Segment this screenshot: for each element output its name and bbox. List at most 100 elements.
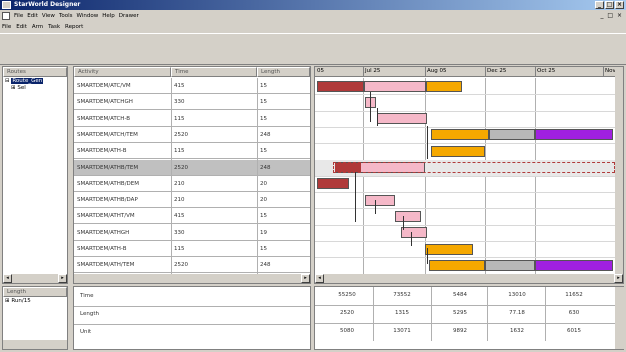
timeline-label: Aug 05 (427, 68, 447, 74)
menu-drawer[interactable]: Drawer (119, 11, 139, 21)
cell-length: 248 (260, 164, 271, 171)
gantt-vscrollbar[interactable] (615, 67, 623, 274)
gantt-bar[interactable] (317, 178, 349, 190)
gantt-bar[interactable] (317, 80, 364, 92)
tree-pane: Routes ⊟ Route_Gen ⊞ Sel ◂ ▸ (2, 66, 68, 284)
summary-vscrollbar[interactable] (615, 287, 624, 349)
table-hscrollbar[interactable]: ▸ (74, 274, 310, 283)
menu2-report[interactable]: Report (65, 22, 83, 32)
table-row[interactable]: SMARTDEM/ATHB/DEM 210 20 (74, 176, 310, 192)
close-button[interactable]: × (615, 1, 624, 9)
gantt-bar[interactable] (535, 259, 613, 271)
child-window-controls[interactable]: _ □ × (600, 12, 623, 19)
menu-window[interactable]: Window (77, 11, 99, 21)
scroll-right-button[interactable]: ▸ (301, 274, 310, 283)
menu-help[interactable]: Help (102, 11, 115, 21)
gantt-bar[interactable] (431, 129, 489, 141)
cell-time: 330 (174, 229, 185, 236)
summary-row-length: Length (80, 311, 99, 317)
menu2-task[interactable]: Task (48, 22, 60, 32)
cell-activity: SMARTDEM/ATHB/TEM (77, 164, 139, 171)
bottom-tree-pane: Length ⊞ Run/15 (2, 286, 68, 350)
cell-length: 248 (260, 262, 271, 269)
table-row[interactable]: SMARTDEM/ATCH-B 115 15 (74, 111, 310, 127)
summary-labels: Time Length Unit (73, 286, 311, 350)
menu-file[interactable]: File (14, 11, 23, 21)
gantt-bar[interactable] (535, 129, 613, 141)
cell-time: 115 (174, 148, 185, 155)
scroll-left-button[interactable]: ◂ (315, 274, 324, 283)
window-buttons: _ □ × (595, 1, 624, 9)
summary-value: 1315 (395, 310, 409, 316)
gantt-bar[interactable] (431, 145, 485, 157)
document-icon (2, 12, 10, 20)
dependency-line (411, 232, 412, 246)
col-header-length[interactable]: Length (257, 67, 310, 77)
gantt-bar[interactable] (401, 227, 427, 239)
tree-item-run[interactable]: ⊞ Run/15 (5, 298, 31, 304)
col-header-time[interactable]: Time (171, 67, 257, 77)
tree-hscrollbar[interactable]: ◂ ▸ (3, 274, 67, 283)
dependency-line (355, 172, 356, 222)
table-row[interactable]: SMARTDEM/ATH-B 115 15 (74, 143, 310, 160)
summary-value: 630 (568, 310, 580, 316)
gantt-hscrollbar[interactable]: ◂ ▸ (315, 274, 623, 283)
gantt-bar[interactable] (426, 80, 462, 92)
menu2-arm[interactable]: Arm (32, 22, 43, 32)
cell-length: 15 (260, 148, 267, 155)
gantt-bar[interactable] (485, 259, 535, 271)
table-row[interactable]: SMARTDEM/ATCH/TEM 2520 248 (74, 127, 310, 143)
table-row[interactable]: SMARTDEM/ATHB/DAP 210 20 (74, 192, 310, 209)
secondary-menu-bar: File Edit Arm Task Report (0, 22, 626, 32)
gantt-bar[interactable] (489, 129, 535, 141)
table-row[interactable]: SMARTDEM/ATHT/VM 415 15 (74, 208, 310, 225)
tree-item-root[interactable]: ⊟ Route_Gen (5, 78, 44, 84)
menu2-file[interactable]: File (2, 22, 11, 32)
summary-value: 13071 (393, 328, 411, 334)
gantt-bar[interactable] (429, 259, 485, 271)
gantt-bar[interactable] (364, 80, 426, 92)
menu-edit[interactable]: Edit (27, 11, 38, 21)
bottom-tree-scrollbar[interactable] (3, 340, 67, 349)
table-row[interactable]: SMARTDEM/ATHGH 330 19 (74, 225, 310, 241)
summary-value: 5080 (340, 328, 354, 334)
table-row[interactable]: SMARTDEM/ATH-B 115 15 (74, 241, 310, 257)
activity-table: Activity Time Length SMARTDEM/ATC/VM 415 1… (73, 66, 311, 284)
minimize-button[interactable]: _ (595, 1, 604, 9)
dependency-line (370, 92, 371, 122)
table-row[interactable]: SMARTDEM/ATCHGH 330 15 (74, 94, 310, 111)
menu-view[interactable]: View (42, 11, 55, 21)
menu2-edit[interactable]: Edit (16, 22, 27, 32)
tree-item-child[interactable]: ⊞ Sel (11, 85, 26, 91)
tree-item-sel[interactable]: Sel (17, 85, 25, 91)
tree-item-run-label[interactable]: Run/15 (11, 298, 30, 304)
toolbar (0, 33, 626, 65)
gantt-bar[interactable] (335, 163, 361, 172)
table-row[interactable]: SMARTDEM/ATC/VM 415 15 (74, 78, 310, 94)
cell-activity: SMARTDEM/ATHB/DAP (77, 197, 138, 204)
cell-length: 15 (260, 83, 267, 89)
cell-time: 415 (174, 83, 185, 89)
gantt-bar[interactable] (377, 113, 427, 125)
scroll-right-button[interactable]: ▸ (614, 274, 623, 283)
cell-activity: SMARTDEM/ATH-B (77, 148, 127, 155)
dependency-line (375, 200, 376, 214)
dependency-line (403, 216, 404, 230)
dependency-line (427, 143, 428, 159)
cell-activity: SMARTDEM/ATH-B (77, 246, 127, 252)
gantt-bar[interactable] (365, 194, 395, 206)
gantt-bar[interactable] (425, 243, 473, 255)
table-row[interactable]: SMARTDEM/ATH/TEM 2520 248 (74, 257, 310, 274)
gantt-bar[interactable] (395, 210, 421, 222)
summary-value: 9892 (453, 328, 467, 334)
menu-tools[interactable]: Tools (59, 11, 73, 21)
scroll-left-button[interactable]: ◂ (3, 274, 12, 283)
summary-value: 1632 (510, 328, 524, 334)
cell-length: 20 (260, 180, 267, 187)
cell-length: 20 (260, 197, 267, 204)
tree-item-route-gen[interactable]: Route_Gen (11, 78, 44, 84)
col-header-activity[interactable]: Activity (74, 67, 171, 77)
scroll-right-button[interactable]: ▸ (58, 274, 67, 283)
table-row[interactable]: SMARTDEM/ATHB/TEM 2520 248 (74, 159, 310, 176)
maximize-button[interactable]: □ (605, 1, 614, 9)
